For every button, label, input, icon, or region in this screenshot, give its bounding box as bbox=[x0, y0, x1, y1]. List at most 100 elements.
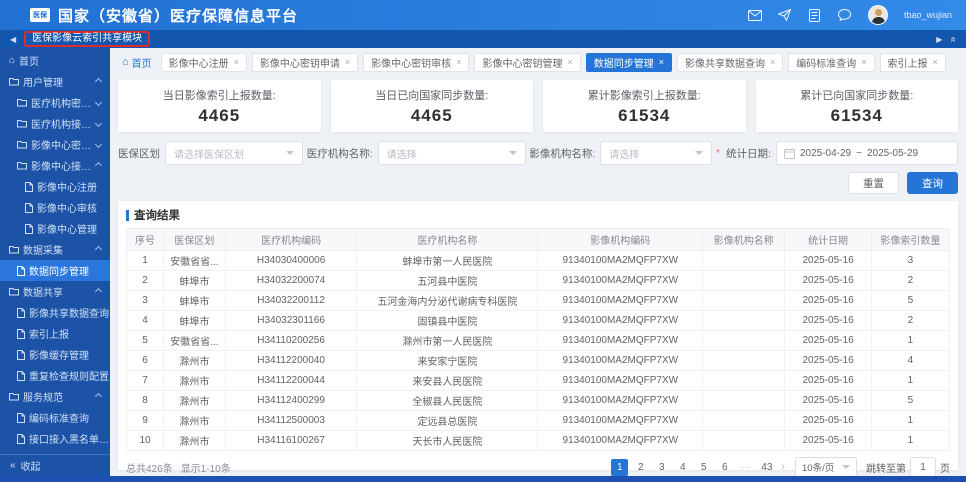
sidebar-item[interactable]: ⌂ 影像中心接入管理 bbox=[0, 155, 110, 176]
page-button[interactable]: 4 bbox=[674, 459, 691, 476]
cell-img-org-name bbox=[702, 350, 786, 371]
filter-date: * 统计日期: 2025-04-29 ~ 2025-05-29 bbox=[716, 141, 958, 165]
stat-value: 61534 bbox=[618, 105, 671, 125]
cell-index-count: 2 bbox=[870, 270, 951, 291]
table-row[interactable]: 4 蚌埠市 H34032301166 固镇县中医院 91340100MA2MQF… bbox=[125, 310, 951, 331]
back-arrow-icon[interactable]: ◀ bbox=[10, 35, 16, 44]
query-button[interactable]: 查询 bbox=[907, 172, 958, 194]
file-icon bbox=[17, 349, 25, 360]
close-icon[interactable]: × bbox=[567, 57, 572, 67]
table-footer: 总共426条 显示1-10条 1 2 3 4 5 6 ··· 43 › 10条/… bbox=[126, 457, 950, 477]
stat-label: 累计已向国家同步数量: bbox=[800, 89, 914, 102]
close-icon[interactable]: × bbox=[659, 57, 664, 67]
tab-home[interactable]: ⌂ 首页 bbox=[118, 55, 156, 70]
close-icon[interactable]: × bbox=[933, 57, 938, 67]
close-icon[interactable]: × bbox=[456, 57, 461, 67]
sidebar-item[interactable]: ⌂ 影像中心密钥管理 bbox=[0, 134, 110, 155]
table-row[interactable]: 1 安徽省省... H34030400006 蚌埠市第一人民医院 9134010… bbox=[125, 250, 951, 271]
sidebar-item[interactable]: ⌂ 编码标准查询 bbox=[0, 407, 110, 428]
date-range-picker[interactable]: 2025-04-29 ~ 2025-05-29 bbox=[775, 141, 958, 165]
cell-index-count: 1 bbox=[870, 410, 951, 431]
module-label-annotated[interactable]: 医保影像云索引共享模块 bbox=[24, 31, 151, 47]
table-row[interactable]: 6 滁州市 H34112200040 来安家宁医院 91340100MA2MQF… bbox=[125, 350, 951, 371]
close-icon[interactable]: × bbox=[770, 57, 775, 67]
tab[interactable]: 编码标准查询 × bbox=[788, 52, 875, 72]
tab[interactable]: 影像中心密钥审核 × bbox=[363, 52, 470, 72]
sidebar-item[interactable]: ⌂ 医疗机构接入管理 bbox=[0, 113, 110, 134]
mail-icon[interactable] bbox=[747, 8, 762, 22]
page-button[interactable]: 2 bbox=[632, 459, 649, 476]
page-button[interactable]: 6 bbox=[716, 459, 733, 476]
cell-org-name: 全椒县人民医院 bbox=[356, 390, 539, 411]
tab-label: 索引上报 bbox=[887, 58, 928, 70]
tab[interactable]: 影像中心注册 × bbox=[160, 52, 247, 72]
cell-org-code: H34110200256 bbox=[224, 330, 358, 351]
cell-img-org-code: 91340100MA2MQFP7XW bbox=[537, 290, 704, 311]
img-org-select[interactable]: 请选择 bbox=[600, 141, 713, 165]
org-placeholder: 请选择 bbox=[386, 149, 417, 161]
tab[interactable]: 数据同步管理 × bbox=[585, 52, 672, 72]
table-row[interactable]: 8 滁州市 H34112400299 全椒县人民医院 91340100MA2MQ… bbox=[125, 390, 951, 411]
date-end: 2025-05-29 bbox=[866, 147, 919, 159]
cell-org-code: H34032200074 bbox=[224, 270, 358, 291]
page-button[interactable]: 3 bbox=[653, 459, 670, 476]
sidebar-item[interactable]: ⌂ 重复检查规则配置 bbox=[0, 365, 110, 386]
forward-arrow-icon[interactable]: ▶ bbox=[936, 35, 942, 44]
message-icon[interactable] bbox=[838, 8, 852, 22]
tab[interactable]: 影像共享数据查询 × bbox=[676, 52, 784, 72]
page-button[interactable]: ··· bbox=[737, 459, 754, 476]
send-icon[interactable] bbox=[778, 8, 792, 22]
sidebar-item[interactable]: ⌂ 服务规范 bbox=[0, 386, 110, 407]
close-icon[interactable]: × bbox=[345, 57, 350, 67]
jump-page-input[interactable] bbox=[910, 457, 936, 477]
sidebar-item[interactable]: ⌂ 影像缓存管理 bbox=[0, 344, 110, 365]
sidebar-item[interactable]: ⌂ 数据采集 bbox=[0, 239, 110, 260]
page-button[interactable]: 5 bbox=[695, 459, 712, 476]
sidebar-collapse-button[interactable]: « 收起 bbox=[0, 454, 110, 476]
chevron-down-icon bbox=[842, 465, 850, 469]
tab[interactable]: 索引上报 × bbox=[879, 52, 946, 72]
page-button[interactable]: 1 bbox=[611, 458, 629, 476]
sidebar-item-label: 数据共享 bbox=[23, 288, 63, 299]
table-row[interactable]: 2 蚌埠市 H34032200074 五河县中医院 91340100MA2MQF… bbox=[125, 270, 951, 291]
sidebar-item[interactable]: ⌂ 医疗机构密钥管理 bbox=[0, 92, 110, 113]
sidebar-item[interactable]: ⌂ 数据同步管理 bbox=[0, 260, 110, 281]
cell-stat-date: 2025-05-16 bbox=[784, 330, 872, 351]
cell-index-count: 4 bbox=[870, 350, 951, 371]
page-button[interactable]: 43 bbox=[758, 459, 775, 476]
table-row[interactable]: 5 安徽省省... H34110200256 滁州市第一人民医院 9134010… bbox=[125, 330, 951, 351]
org-select[interactable]: 请选择 bbox=[377, 141, 526, 165]
user-avatar[interactable] bbox=[867, 5, 888, 25]
next-page-icon[interactable]: › bbox=[779, 461, 787, 473]
table-row[interactable]: 10 滁州市 H34116100267 天长市人民医院 91340100MA2M… bbox=[125, 430, 951, 451]
cell-region: 安徽省省... bbox=[163, 330, 226, 351]
close-icon[interactable]: × bbox=[861, 57, 866, 67]
document-icon[interactable] bbox=[808, 8, 822, 22]
cell-org-code: H34112200044 bbox=[224, 370, 358, 391]
table-row[interactable]: 3 蚌埠市 H34032200112 五河金海内分泌代谢病专科医院 913401… bbox=[125, 290, 951, 311]
sidebar-item[interactable]: ⌂ 影像中心管理 bbox=[0, 218, 110, 239]
cell-img-org-name bbox=[702, 310, 786, 331]
tab[interactable]: 影像中心密钥管理 × bbox=[474, 52, 581, 72]
tab-label: 影像中心密钥管理 bbox=[482, 58, 563, 70]
fold-up-icon[interactable]: « bbox=[948, 36, 959, 42]
region-select[interactable]: 请选择医保区划 bbox=[165, 141, 303, 165]
close-icon[interactable]: × bbox=[234, 57, 239, 67]
sidebar-item[interactable]: ⌂ 影像共享数据查询 bbox=[0, 302, 110, 323]
table-row[interactable]: 7 滁州市 H34112200044 来安县人民医院 91340100MA2MQ… bbox=[125, 370, 951, 391]
sidebar-item[interactable]: ⌂ 用户管理 bbox=[0, 71, 110, 92]
sidebar-item[interactable]: ⌂ 接口接入黑名单管理 bbox=[0, 428, 110, 449]
sidebar-item[interactable]: ⌂ 索引上报 bbox=[0, 323, 110, 344]
reset-button[interactable]: 重置 bbox=[848, 172, 899, 194]
page-size-select[interactable]: 10条/页 bbox=[795, 457, 857, 477]
sidebar-item[interactable]: ⌂ 首页 bbox=[0, 50, 110, 71]
tab[interactable]: 影像中心密钥申请 × bbox=[251, 52, 359, 72]
folder-icon bbox=[9, 77, 19, 86]
sidebar-item[interactable]: ⌂ 数据共享 bbox=[0, 281, 110, 302]
cell-img-org-name bbox=[702, 250, 786, 271]
table-row[interactable]: 9 滁州市 H34112500003 定远县总医院 91340100MA2MQF… bbox=[125, 410, 951, 431]
sidebar-item-label: 医疗机构接入管理 bbox=[31, 120, 96, 131]
sidebar-item[interactable]: ⌂ 影像中心注册 bbox=[0, 176, 110, 197]
sidebar-item[interactable]: ⌂ 影像中心审核 bbox=[0, 197, 110, 218]
cell-img-org-name bbox=[702, 370, 786, 391]
